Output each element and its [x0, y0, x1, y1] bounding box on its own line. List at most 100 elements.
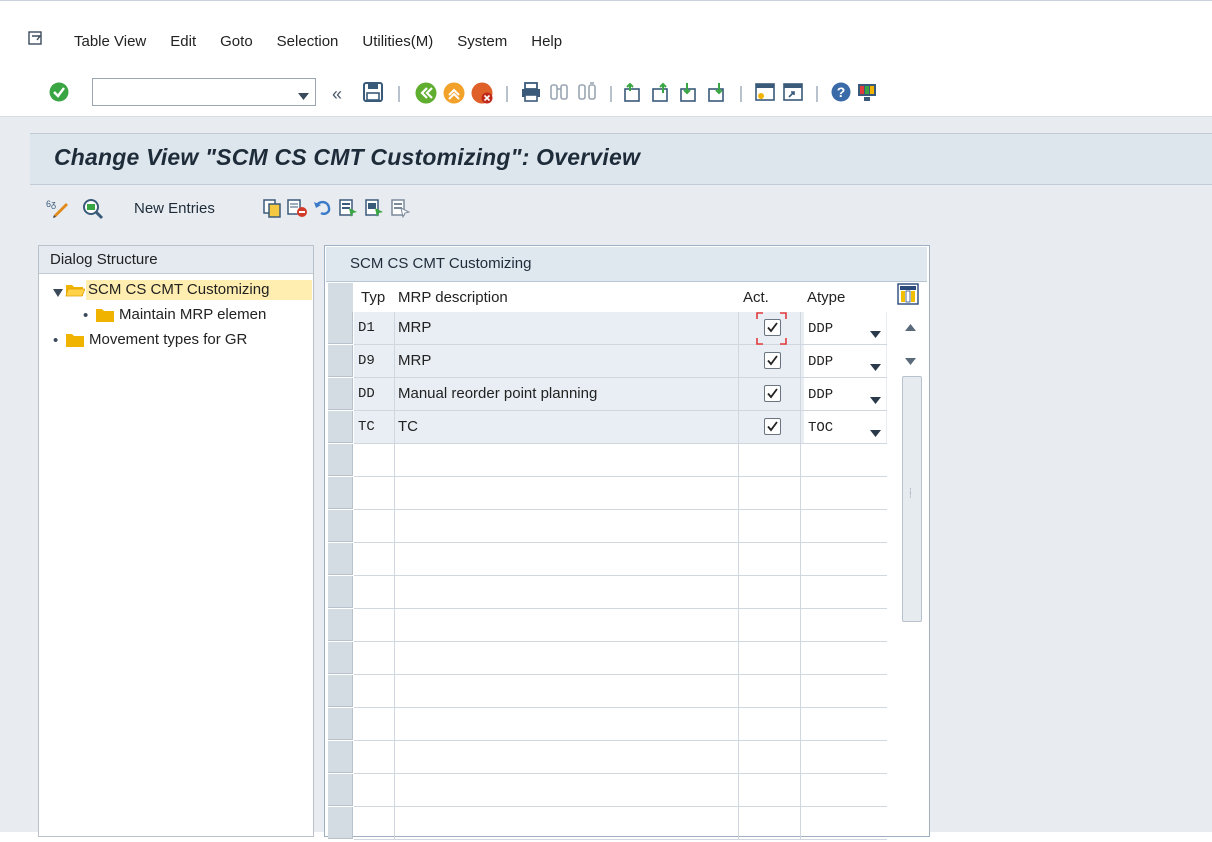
row-selector[interactable]: [328, 675, 353, 707]
previous-page-icon[interactable]: [650, 81, 674, 105]
atype-value: DDP: [808, 387, 834, 403]
command-field-input[interactable]: [97, 80, 291, 106]
back-double-arrow-icon[interactable]: «: [332, 84, 356, 108]
first-page-icon[interactable]: [622, 81, 646, 105]
row-cells: [354, 477, 887, 510]
row-selector[interactable]: [328, 708, 353, 740]
row-cells: D1 MRP DDP: [354, 312, 887, 345]
find-icon[interactable]: [548, 81, 572, 105]
save-icon[interactable]: [362, 81, 386, 105]
act-checkbox[interactable]: [764, 385, 781, 402]
table-settings-icon[interactable]: [897, 283, 919, 308]
row-cells: D9 MRP DDP: [354, 345, 887, 378]
row-cells: [354, 609, 887, 642]
row-cells: [354, 543, 887, 576]
cell-typ: TC: [358, 419, 375, 435]
cancel-icon[interactable]: [470, 81, 494, 105]
scroll-down-icon[interactable]: [905, 352, 916, 368]
new-entries-button[interactable]: New Entries: [134, 200, 215, 217]
undo-change-icon[interactable]: [312, 198, 334, 221]
atype-dropdown[interactable]: DDP: [804, 345, 886, 377]
bullet-icon: •: [53, 332, 59, 349]
menu-item-edit[interactable]: Edit: [170, 33, 196, 50]
scroll-thumb[interactable]: ⁝ ⁝: [902, 376, 922, 622]
row-selector[interactable]: [328, 741, 353, 773]
table-control: SCM CS CMT Customizing Typ MRP descripti…: [324, 245, 930, 840]
create-session-icon[interactable]: [754, 81, 778, 105]
row-cells: [354, 576, 887, 609]
column-header-typ[interactable]: Typ: [361, 283, 385, 312]
atype-dropdown[interactable]: DDP: [804, 378, 886, 410]
shortcut-icon[interactable]: [782, 81, 806, 105]
row-selector[interactable]: [328, 510, 353, 542]
next-page-icon[interactable]: [678, 81, 702, 105]
menu-item-selection[interactable]: Selection: [277, 33, 339, 50]
row-selector[interactable]: [328, 345, 353, 377]
customize-layout-icon[interactable]: [856, 81, 880, 105]
row-selector[interactable]: [328, 543, 353, 575]
enter-icon[interactable]: [48, 81, 72, 105]
deselect-all-icon[interactable]: [390, 198, 411, 221]
menu-item-help[interactable]: Help: [531, 33, 562, 50]
table-row: [328, 642, 887, 675]
row-selector[interactable]: [328, 642, 353, 674]
atype-dropdown[interactable]: TOC: [804, 411, 886, 443]
row-selector[interactable]: [328, 378, 353, 410]
row-selector[interactable]: [328, 411, 353, 443]
row-selector[interactable]: [328, 312, 353, 344]
folder-icon: [95, 307, 115, 327]
row-selector[interactable]: [328, 774, 353, 806]
select-block-icon[interactable]: [364, 198, 384, 221]
row-selector[interactable]: [328, 576, 353, 608]
select-all-icon[interactable]: [338, 198, 358, 221]
delete-icon[interactable]: [286, 198, 308, 221]
folder-open-icon: [65, 282, 86, 302]
bullet-icon: •: [83, 307, 89, 324]
chevron-down-icon[interactable]: [870, 325, 881, 341]
find-next-icon[interactable]: [576, 81, 600, 105]
menu-item-utilities-m[interactable]: Utilities(M): [362, 33, 433, 50]
chevron-down-icon[interactable]: [870, 391, 881, 407]
help-icon[interactable]: ?: [830, 81, 854, 105]
back-icon[interactable]: [414, 81, 438, 105]
application-toolbar: 6ᵹ New Entries: [30, 185, 1212, 233]
row-selector[interactable]: [328, 477, 353, 509]
menu-item-table-view[interactable]: Table View: [74, 33, 146, 50]
folder-icon: [65, 332, 85, 352]
chevron-down-icon[interactable]: [870, 424, 881, 440]
display-icon[interactable]: [82, 198, 104, 223]
vertical-scrollbar[interactable]: ⁝ ⁝: [898, 312, 924, 842]
select-all-rows-button[interactable]: [328, 283, 353, 312]
table-row: [328, 807, 887, 840]
menu-item-system[interactable]: System: [457, 33, 507, 50]
print-icon[interactable]: [520, 81, 544, 105]
row-selector[interactable]: [328, 807, 353, 839]
menu-icon[interactable]: [28, 31, 44, 50]
scroll-up-icon[interactable]: [905, 318, 916, 334]
column-header-mrp-description[interactable]: MRP description: [398, 283, 508, 312]
tree-node-scm-cs-cmt-customizing[interactable]: SCM CS CMT Customizing: [53, 280, 312, 302]
focus-indicator: [756, 312, 787, 345]
row-cells: [354, 444, 887, 477]
last-page-icon[interactable]: [706, 81, 730, 105]
tree-node-movement-types[interactable]: • Movement types for GR: [53, 330, 311, 352]
column-header-atype[interactable]: Atype: [807, 283, 845, 312]
atype-dropdown[interactable]: DDP: [804, 312, 886, 344]
exit-icon[interactable]: [442, 81, 466, 105]
column-header-act[interactable]: Act.: [743, 283, 769, 312]
act-checkbox[interactable]: [764, 418, 781, 435]
tree-node-maintain-mrp[interactable]: • Maintain MRP elemen: [83, 305, 311, 327]
row-selector[interactable]: [328, 444, 353, 476]
expanded-triangle-icon[interactable]: [53, 284, 63, 301]
chevron-down-icon[interactable]: [870, 358, 881, 374]
act-checkbox[interactable]: [764, 352, 781, 369]
chevron-down-icon[interactable]: [298, 87, 309, 103]
menu-item-goto[interactable]: Goto: [220, 33, 253, 50]
row-cells: [354, 741, 887, 774]
copy-as-icon[interactable]: [262, 198, 282, 221]
tree-node-label: SCM CS CMT Customizing: [86, 280, 312, 300]
row-selector[interactable]: [328, 609, 353, 641]
display-change-icon[interactable]: 6ᵹ: [46, 198, 70, 221]
command-field[interactable]: [92, 78, 316, 106]
row-cells: [354, 510, 887, 543]
